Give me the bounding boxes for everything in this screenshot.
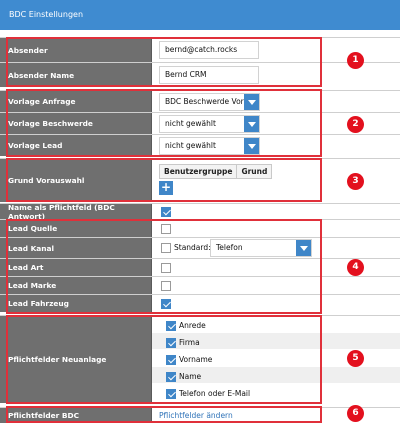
pflichtfeld-checkbox[interactable] xyxy=(161,207,171,217)
chevron-down-icon[interactable] xyxy=(244,138,259,154)
absender-name-input[interactable]: Bernd CRM xyxy=(159,66,259,84)
badge-6: 6 xyxy=(347,405,364,422)
badge-1: 1 xyxy=(347,52,364,69)
row-absender-name: Absender Name Bernd CRM xyxy=(0,62,400,87)
firma-label: Firma xyxy=(179,338,200,347)
row-lead-marke: Lead Marke xyxy=(0,276,400,294)
label-lead-quelle: Lead Quelle xyxy=(0,220,152,237)
chevron-down-icon[interactable] xyxy=(244,94,259,110)
badge-5: 5 xyxy=(347,350,364,367)
row-grund-vorauswahl: Grund Vorauswahl Benutzergruppe Grund + xyxy=(0,158,400,202)
add-grund-button[interactable]: + xyxy=(159,181,173,195)
telefon-email-checkbox[interactable] xyxy=(166,389,176,399)
anrede-label: Anrede xyxy=(179,321,206,330)
row-pflichtfeld: Name als Pflichtfeld (BDC Antwort) xyxy=(0,203,400,221)
chevron-down-icon[interactable] xyxy=(244,116,259,132)
label-lead-marke: Lead Marke xyxy=(0,277,152,294)
badge-2: 2 xyxy=(347,116,364,133)
label-pflicht-bdc: Pflichtfelder BDC xyxy=(0,408,152,423)
lead-kanal-value: Telefon xyxy=(216,243,243,252)
lead-fahrzeug-checkbox[interactable] xyxy=(161,299,171,309)
lead-marke-checkbox[interactable] xyxy=(161,281,171,291)
vorname-label: Vorname xyxy=(179,355,213,364)
vorlage-lead-value: nicht gewählt xyxy=(165,141,216,150)
vorlage-anfrage-select[interactable]: BDC Beschwerde Vor xyxy=(159,93,260,111)
label-vorlage-anfrage: Vorlage Anfrage xyxy=(0,91,152,112)
row-vorlage-anfrage: Vorlage Anfrage BDC Beschwerde Vor xyxy=(0,90,400,112)
label-absender-name: Absender Name xyxy=(0,63,152,87)
row-pflicht-bdc: Pflichtfelder BDC Pflichtfelder ändern xyxy=(0,407,400,423)
row-lead-art: Lead Art xyxy=(0,258,400,276)
badge-3: 3 xyxy=(347,173,364,190)
lead-kanal-select[interactable]: Telefon xyxy=(210,239,312,257)
label-pflichtfeld: Name als Pflichtfeld (BDC Antwort) xyxy=(0,203,152,221)
vorlage-beschwerde-value: nicht gewählt xyxy=(165,119,216,128)
vorlage-lead-select[interactable]: nicht gewählt xyxy=(159,137,260,155)
name-checkbox[interactable] xyxy=(166,372,176,382)
vorname-checkbox[interactable] xyxy=(166,355,176,365)
pflichtfelder-aendern-link[interactable]: Pflichtfelder ändern xyxy=(159,411,233,420)
panel-header: BDC Einstellungen xyxy=(0,0,400,30)
label-absender: Absender xyxy=(0,38,152,62)
vorlage-beschwerde-select[interactable]: nicht gewählt xyxy=(159,115,260,133)
lead-quelle-checkbox[interactable] xyxy=(161,224,171,234)
name-label: Name xyxy=(179,372,202,381)
label-vorlage-beschwerde: Vorlage Beschwerde xyxy=(0,113,152,134)
badge-4: 4 xyxy=(347,259,364,276)
column-grund: Grund xyxy=(241,167,268,176)
row-absender: Absender bernd@catch.rocks xyxy=(0,37,400,62)
vorlage-anfrage-value: BDC Beschwerde Vor xyxy=(165,97,244,106)
row-vorlage-lead: Vorlage Lead nicht gewählt xyxy=(0,134,400,156)
absender-input[interactable]: bernd@catch.rocks xyxy=(159,41,259,59)
lead-kanal-checkbox[interactable] xyxy=(161,243,171,253)
lead-art-checkbox[interactable] xyxy=(161,263,171,273)
row-lead-quelle: Lead Quelle xyxy=(0,219,400,237)
label-lead-fahrzeug: Lead Fahrzeug xyxy=(0,295,152,312)
row-neuanlage: Pflichtfelder Neuanlage Anrede Firma Vor… xyxy=(0,315,400,403)
chevron-down-icon[interactable] xyxy=(296,240,311,256)
lead-kanal-standard-label: Standard: xyxy=(174,243,211,252)
row-lead-kanal: Lead Kanal Standard: Telefon xyxy=(0,237,400,258)
label-vorlage-lead: Vorlage Lead xyxy=(0,135,152,156)
label-lead-art: Lead Art xyxy=(0,259,152,276)
label-neuanlage: Pflichtfelder Neuanlage xyxy=(0,316,152,403)
firma-checkbox[interactable] xyxy=(166,338,176,348)
column-benutzergruppe: Benutzergruppe xyxy=(160,165,238,178)
row-lead-fahrzeug: Lead Fahrzeug xyxy=(0,294,400,312)
telefon-email-label: Telefon oder E-Mail xyxy=(179,389,251,398)
label-lead-kanal: Lead Kanal xyxy=(0,238,152,258)
grund-table-header: Benutzergruppe Grund xyxy=(159,164,273,179)
row-vorlage-beschwerde: Vorlage Beschwerde nicht gewählt xyxy=(0,112,400,134)
label-grund-vorauswahl: Grund Vorauswahl xyxy=(0,159,152,202)
anrede-checkbox[interactable] xyxy=(166,321,176,331)
